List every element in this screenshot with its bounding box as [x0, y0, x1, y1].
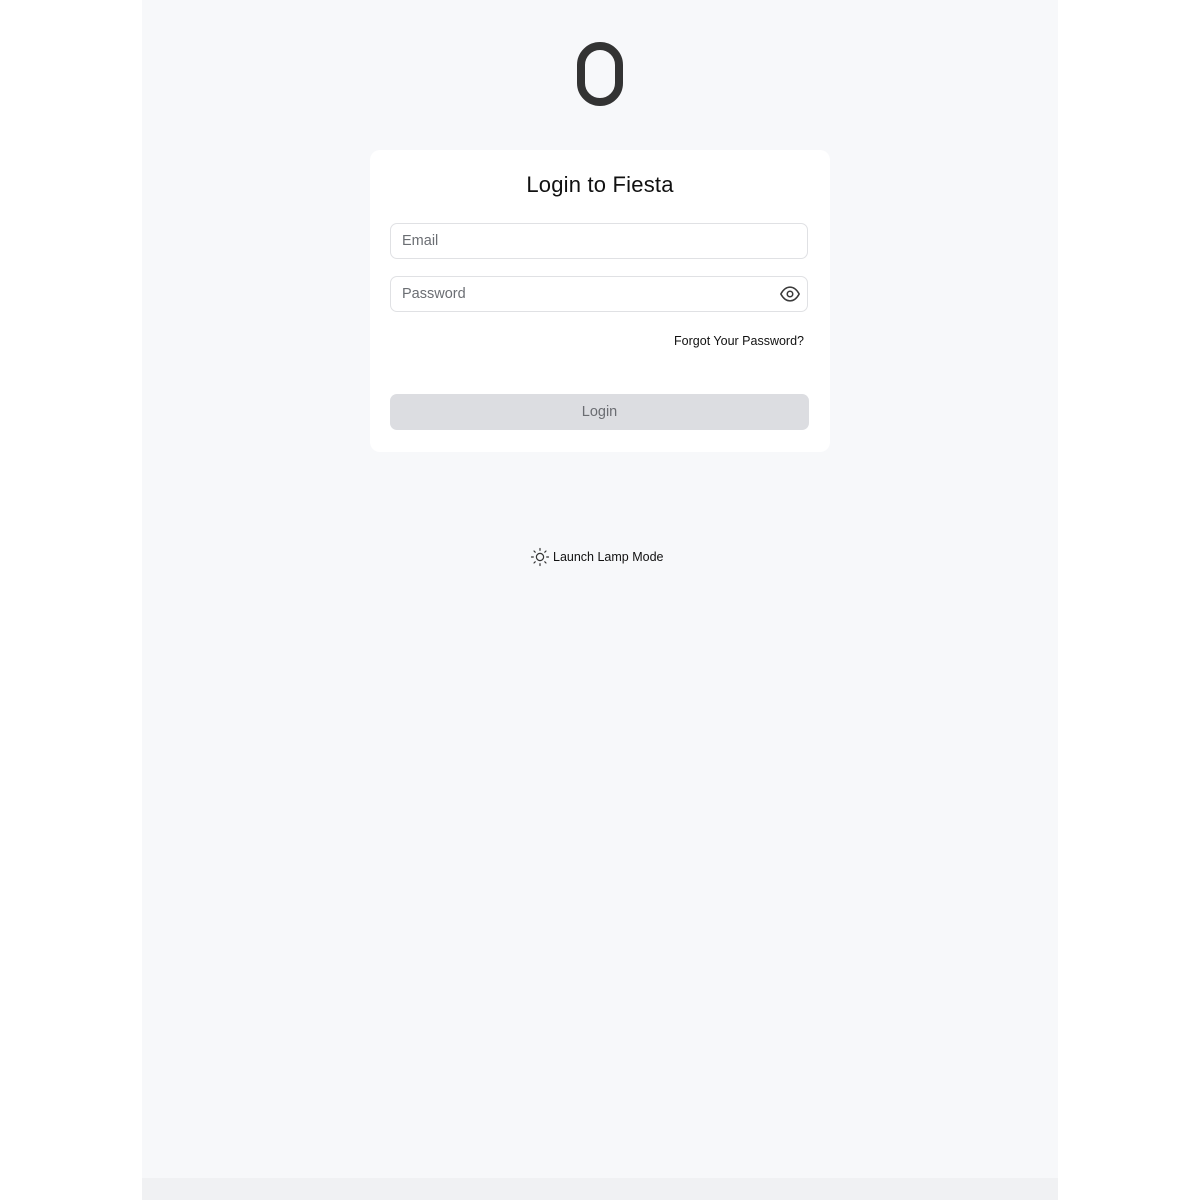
page-title: Login to Fiesta: [526, 172, 674, 197]
password-field[interactable]: [391, 277, 807, 311]
login-page: Login to Fiesta Forgot Your Password? Lo…: [142, 0, 1058, 1200]
forgot-password-link[interactable]: Forgot Your Password?: [674, 334, 804, 348]
lamp-mode-button[interactable]: Launch Lamp Mode: [530, 547, 664, 567]
sun-icon: [530, 547, 550, 567]
email-field[interactable]: [391, 224, 807, 258]
lamp-mode-label: Launch Lamp Mode: [553, 550, 664, 564]
bottom-bar: [142, 1178, 1058, 1200]
email-field-wrapper: [390, 223, 808, 259]
login-card: Login to Fiesta Forgot Your Password? Lo…: [370, 150, 830, 452]
password-field-wrapper: [390, 276, 808, 312]
login-button[interactable]: Login: [390, 394, 809, 430]
logo-icon: [577, 42, 623, 106]
eye-icon[interactable]: [779, 283, 801, 305]
